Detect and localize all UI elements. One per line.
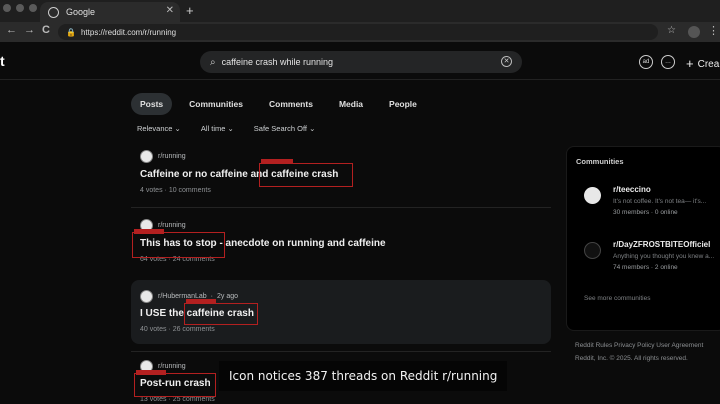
sort-dropdown[interactable]: Relevance ⌄ (137, 124, 181, 133)
communities-panel: Communities r/teeccino It's not coffee. … (566, 146, 720, 331)
footer-links[interactable]: Reddit Rules Privacy Policy User Agreeme… (575, 342, 703, 349)
post-time: 2y ago (216, 293, 239, 300)
window-controls[interactable] (3, 4, 37, 12)
see-more-communities-link[interactable]: See more communities (584, 295, 650, 302)
post-subreddit[interactable]: r/running (140, 150, 186, 163)
communities-heading: Communities (576, 157, 624, 166)
forward-button[interactable]: → (24, 24, 35, 36)
search-icon: ⌕ (210, 56, 216, 68)
tab-title: Google (66, 7, 96, 17)
reddit-logo-fragment[interactable]: t (0, 53, 5, 69)
search-result-tabs: Posts Communities Comments Media People (131, 93, 426, 115)
tab-people[interactable]: People (380, 93, 426, 115)
create-label: Crea (697, 59, 720, 70)
community-stats: 30 members · 0 online (613, 209, 678, 216)
caption-overlay: Icon notices 387 threads on Reddit r/run… (219, 361, 508, 391)
safe-search-dropdown[interactable]: Safe Search Off ⌄ (254, 124, 316, 133)
post-meta: 4 votes · 10 comments (140, 187, 211, 194)
post-meta: 40 votes · 26 comments (140, 326, 215, 333)
url-text: https://reddit.com/r/running (80, 27, 177, 37)
tab-posts[interactable]: Posts (131, 93, 173, 115)
reload-button[interactable]: C (42, 24, 50, 36)
divider (131, 207, 551, 208)
highlight-box (134, 373, 216, 397)
tab-close-icon[interactable]: ✕ (166, 5, 174, 16)
create-button[interactable]: + Crea (686, 55, 720, 71)
browser-menu-icon[interactable]: ⋮ (708, 24, 719, 37)
clear-search-icon[interactable]: ✕ (501, 56, 512, 67)
back-button[interactable]: ← (6, 24, 17, 36)
community-name[interactable]: r/teeccino (613, 185, 651, 194)
google-icon (48, 6, 59, 18)
subreddit-avatar (140, 290, 153, 303)
search-input[interactable]: caffeine crash while running (222, 57, 333, 67)
tab-media[interactable]: Media (330, 93, 372, 115)
highlight-box (184, 303, 258, 325)
browser-tab-bar: Google ✕ + (0, 0, 720, 22)
bookmark-star-icon[interactable]: ☆ (667, 25, 676, 36)
profile-avatar[interactable] (688, 26, 700, 38)
highlight-box (132, 232, 225, 258)
reddit-header: t ⌕ caffeine crash while running ✕ ad … … (0, 42, 720, 80)
new-tab-button[interactable]: + (186, 3, 194, 18)
lock-icon: 🔒 (66, 27, 76, 37)
filter-row: Relevance ⌄ All time ⌄ Safe Search Off ⌄ (137, 124, 335, 133)
search-bar[interactable]: ⌕ caffeine crash while running ✕ (200, 51, 522, 73)
minimize-window-button[interactable] (16, 4, 24, 12)
community-avatar (584, 242, 601, 259)
maximize-window-button[interactable] (29, 4, 37, 12)
community-name[interactable]: r/DayZFROSTBITEOfficiel (613, 240, 710, 249)
subreddit-avatar (140, 150, 153, 163)
address-bar-row: ← → C 🔒 https://reddit.com/r/running ☆ ⋮ (0, 22, 720, 42)
ad-icon[interactable]: ad (639, 55, 653, 69)
tab-comments[interactable]: Comments (260, 93, 322, 115)
time-dropdown[interactable]: All time ⌄ (201, 124, 234, 133)
browser-tab[interactable]: Google ✕ (40, 2, 180, 22)
community-description: It's not coffee. It's not tea— it's... (613, 198, 707, 205)
highlight-box (259, 163, 353, 187)
tab-communities[interactable]: Communities (180, 93, 252, 115)
community-avatar (584, 187, 601, 204)
post-meta: 13 votes · 25 comments (140, 396, 215, 403)
chat-icon[interactable]: … (661, 55, 675, 69)
divider (131, 351, 551, 352)
footer-copyright: Reddit, Inc. © 2025. All rights reserved… (575, 355, 688, 362)
community-description: Anything you thought you knew a... (613, 253, 715, 260)
plus-icon: + (686, 56, 694, 71)
community-stats: 74 members · 2 online (613, 264, 678, 271)
url-field[interactable]: 🔒 https://reddit.com/r/running (58, 24, 658, 40)
close-window-button[interactable] (3, 4, 11, 12)
